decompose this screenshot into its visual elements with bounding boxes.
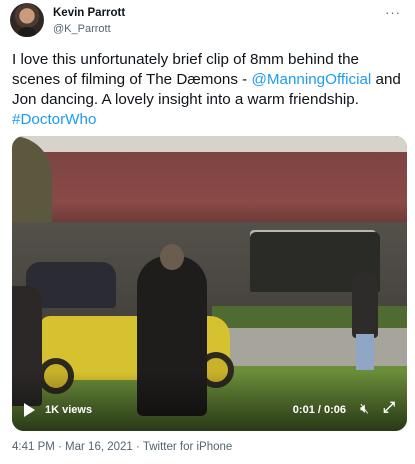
- play-icon[interactable]: [24, 403, 35, 417]
- playback-time: 0:01 / 0:06: [292, 404, 346, 416]
- avatar[interactable]: [10, 3, 44, 37]
- tweet-timestamp[interactable]: 4:41 PM · Mar 16, 2021 · Twitter for iPh…: [12, 441, 232, 453]
- video-player[interactable]: 1K views 0:01 / 0:06 🔇︎ ⤢: [12, 136, 407, 431]
- author-name[interactable]: Kevin Parrott: [53, 7, 125, 19]
- view-count: 1K views: [45, 404, 93, 416]
- more-icon[interactable]: ···: [385, 5, 401, 20]
- hashtag-link[interactable]: #DoctorWho: [12, 111, 96, 128]
- video-frame-person-right: [352, 272, 378, 338]
- tweet-text: I love this unfortunately brief clip of …: [12, 50, 407, 130]
- volume-mute-icon[interactable]: 🔇︎: [360, 400, 369, 417]
- author-handle[interactable]: @K_Parrott: [53, 23, 111, 35]
- fullscreen-icon[interactable]: ⤢: [383, 399, 395, 416]
- mention-link[interactable]: @ManningOfficial: [251, 71, 371, 88]
- tweet-header: Kevin Parrott @K_Parrott ···: [10, 3, 405, 39]
- video-frame-roof: [12, 152, 407, 224]
- video-frame-person-legs: [356, 334, 374, 370]
- video-controls: 1K views 0:01 / 0:06 🔇︎ ⤢: [12, 391, 407, 431]
- video-frame-person-head: [160, 244, 184, 270]
